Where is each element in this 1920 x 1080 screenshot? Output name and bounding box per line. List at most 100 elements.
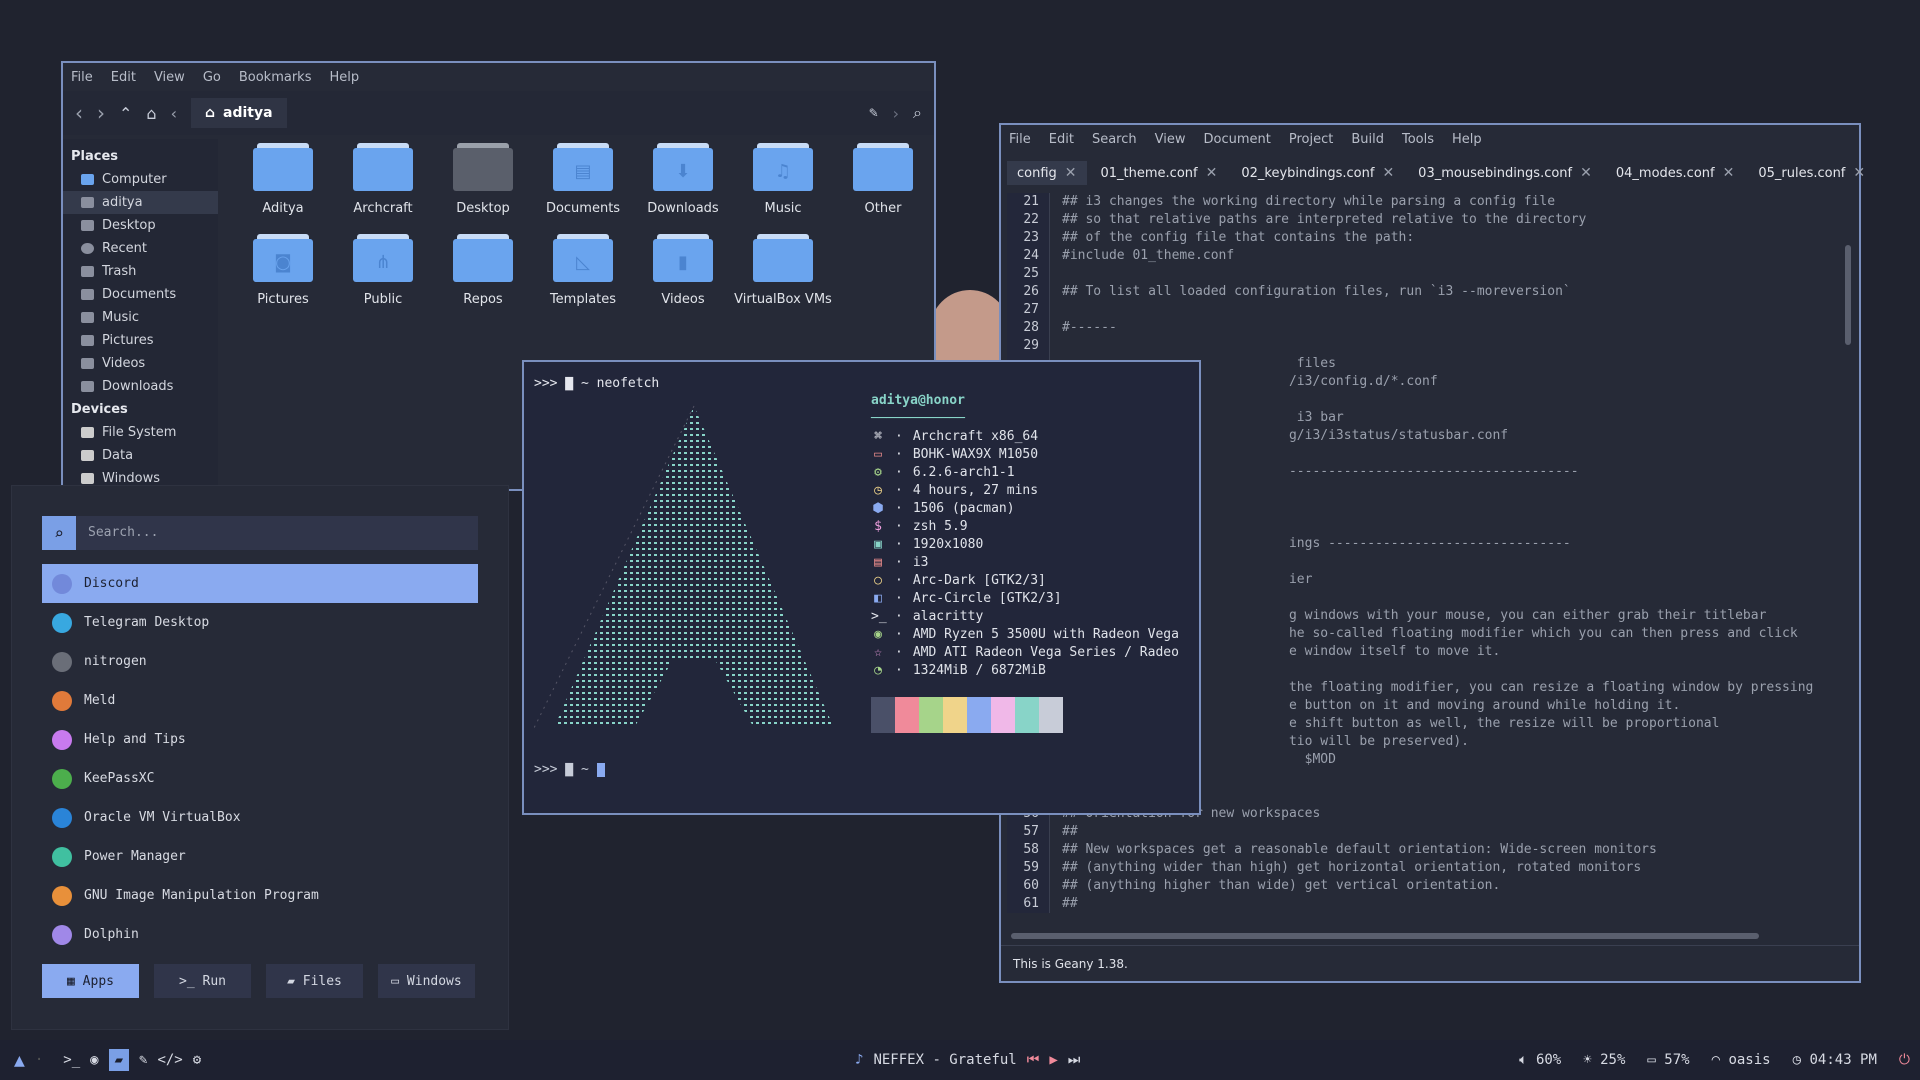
sidebar-item-data[interactable]: Data xyxy=(63,444,218,467)
folder-videos[interactable]: ▮ Videos xyxy=(633,234,733,307)
path-left-icon[interactable]: ‹ xyxy=(171,104,177,123)
archcraft-logo-icon[interactable]: ▲ xyxy=(14,1050,25,1071)
folder-virtualbox-vms[interactable]: VirtualBox VMs xyxy=(733,234,833,307)
folder-pictures[interactable]: ◙ Pictures xyxy=(233,234,333,307)
geany-menu-help[interactable]: Help xyxy=(1452,132,1482,147)
forward-icon[interactable]: › xyxy=(97,101,105,125)
horizontal-scrollbar[interactable] xyxy=(1011,933,1759,939)
sidebar-item-trash[interactable]: Trash xyxy=(63,260,218,283)
apps-button[interactable]: ▦ Apps xyxy=(42,964,139,998)
close-icon[interactable]: ✕ xyxy=(1206,165,1218,181)
close-icon[interactable]: ✕ xyxy=(1853,165,1865,181)
files-icon[interactable]: ▰ xyxy=(108,1049,130,1071)
close-icon[interactable]: ✕ xyxy=(1580,165,1592,181)
tab-mousebindings[interactable]: 03_mousebindings.conf ✕ xyxy=(1408,161,1602,185)
tab-config[interactable]: config ✕ xyxy=(1007,161,1087,185)
fm-menu-edit[interactable]: Edit xyxy=(111,70,136,85)
app-item-power-manager[interactable]: Power Manager xyxy=(42,837,478,876)
app-item-nitrogen[interactable]: nitrogen xyxy=(42,642,478,681)
geany-menu-view[interactable]: View xyxy=(1155,132,1186,147)
app-item-dolphin[interactable]: Dolphin xyxy=(42,915,478,954)
folder-downloads[interactable]: ⬇ Downloads xyxy=(633,143,733,216)
browser-icon[interactable]: ◉ xyxy=(90,1052,98,1068)
geany-menu-build[interactable]: Build xyxy=(1351,132,1384,147)
search-icon[interactable]: ⌕ xyxy=(913,103,922,123)
fm-menu-help[interactable]: Help xyxy=(329,70,359,85)
files-button[interactable]: ▰ Files xyxy=(266,964,363,998)
sidebar-item-desktop[interactable]: Desktop xyxy=(63,214,218,237)
app-item-discord[interactable]: Discord xyxy=(42,564,478,603)
sidebar-item-pictures[interactable]: Pictures xyxy=(63,329,218,352)
editor-icon[interactable]: ✎ xyxy=(139,1052,147,1068)
prev-icon[interactable]: ⏮ xyxy=(1027,1052,1040,1068)
vertical-scrollbar[interactable] xyxy=(1845,245,1851,345)
sidebar-item-recent[interactable]: Recent xyxy=(63,237,218,260)
geany-menu-project[interactable]: Project xyxy=(1289,132,1333,147)
tab-modes[interactable]: 04_modes.conf ✕ xyxy=(1606,161,1744,185)
sidebar-item-downloads[interactable]: Downloads xyxy=(63,375,218,398)
fm-menu-bookmarks[interactable]: Bookmarks xyxy=(239,70,312,85)
fm-menu-go[interactable]: Go xyxy=(203,70,221,85)
location-crumb[interactable]: ⌂ aditya xyxy=(190,98,287,128)
geany-menu-file[interactable]: File xyxy=(1009,132,1031,147)
geany-menu-tools[interactable]: Tools xyxy=(1402,132,1434,147)
sidebar-item-filesystem[interactable]: File System xyxy=(63,421,218,444)
windows-button[interactable]: ▭ Windows xyxy=(378,964,475,998)
code-icon[interactable]: </> xyxy=(157,1052,182,1068)
fm-menu-file[interactable]: File xyxy=(71,70,93,85)
terminal-window[interactable]: >>> ▇ ~ neofetch aditya@honor ──────────… xyxy=(522,360,1201,815)
app-item-help-and-tips[interactable]: Help and Tips xyxy=(42,720,478,759)
close-icon[interactable]: ✕ xyxy=(1382,165,1394,181)
next-icon[interactable]: ⏭ xyxy=(1068,1052,1081,1068)
run-button[interactable]: >_ Run xyxy=(154,964,251,998)
play-icon[interactable]: ▶ xyxy=(1049,1052,1057,1068)
folder-aditya[interactable]: Aditya xyxy=(233,143,333,216)
info-value: AMD ATI Radeon Vega Series / Radeo xyxy=(912,645,1179,660)
back-icon[interactable]: ‹ xyxy=(75,101,83,125)
app-item-keepassxc[interactable]: KeePassXC xyxy=(42,759,478,798)
volume-widget[interactable]: 🔈︎ 60% xyxy=(1519,1052,1561,1068)
geany-menu-edit[interactable]: Edit xyxy=(1049,132,1074,147)
brightness-widget[interactable]: ☀ 25% xyxy=(1583,1052,1625,1068)
app-item-gnu-image-manipulation-program[interactable]: GNU Image Manipulation Program xyxy=(42,876,478,915)
app-item-oracle-vm-virtualbox[interactable]: Oracle VM VirtualBox xyxy=(42,798,478,837)
power-icon[interactable]: ⏻ xyxy=(1899,1052,1910,1068)
folder-repos[interactable]: Repos xyxy=(433,234,533,307)
path-right-icon[interactable]: › xyxy=(893,104,899,123)
folder-desktop[interactable]: Desktop xyxy=(433,143,533,216)
tab-rules[interactable]: 05_rules.conf ✕ xyxy=(1748,161,1875,185)
terminal-icon[interactable]: >_ xyxy=(63,1052,80,1068)
settings-icon[interactable]: ⚙ xyxy=(193,1052,201,1068)
folder-templates[interactable]: ◺ Templates xyxy=(533,234,633,307)
launcher-search[interactable]: ⌕ Search... xyxy=(42,516,478,550)
folder-icon xyxy=(753,234,813,282)
app-item-meld[interactable]: Meld xyxy=(42,681,478,720)
folder-public[interactable]: ⋔ Public xyxy=(333,234,433,307)
home-icon[interactable]: ⌂ xyxy=(146,104,156,123)
search-input[interactable]: Search... xyxy=(76,516,158,550)
tab-theme[interactable]: 01_theme.conf ✕ xyxy=(1091,161,1228,185)
folder-other[interactable]: Other xyxy=(833,143,933,216)
wifi-widget[interactable]: ◠ oasis xyxy=(1712,1052,1771,1068)
sidebar-item-videos[interactable]: Videos xyxy=(63,352,218,375)
sidebar-item-computer[interactable]: Computer xyxy=(63,168,218,191)
sidebar-item-music[interactable]: Music xyxy=(63,306,218,329)
geany-menu-search[interactable]: Search xyxy=(1092,132,1137,147)
battery-widget[interactable]: ▭ 57% xyxy=(1647,1052,1689,1068)
code-line: 60 ## (anything higher than wide) get ver… xyxy=(1007,877,1849,895)
downloads-folder-icon: ⬇ xyxy=(653,143,713,191)
tab-keybindings[interactable]: 02_keybindings.conf ✕ xyxy=(1231,161,1404,185)
sidebar-item-aditya[interactable]: aditya xyxy=(63,191,218,214)
sidebar-item-documents[interactable]: Documents xyxy=(63,283,218,306)
folder-archcraft[interactable]: Archcraft xyxy=(333,143,433,216)
edit-path-icon[interactable]: ✎ xyxy=(869,106,879,120)
folder-music[interactable]: ♫ Music xyxy=(733,143,833,216)
palette-swatch xyxy=(895,697,919,733)
folder-documents[interactable]: ▤ Documents xyxy=(533,143,633,216)
close-icon[interactable]: ✕ xyxy=(1065,165,1077,181)
geany-menu-document[interactable]: Document xyxy=(1203,132,1270,147)
fm-menu-view[interactable]: View xyxy=(154,70,185,85)
close-icon[interactable]: ✕ xyxy=(1723,165,1735,181)
app-item-telegram-desktop[interactable]: Telegram Desktop xyxy=(42,603,478,642)
up-icon[interactable]: ⌃ xyxy=(119,104,132,123)
